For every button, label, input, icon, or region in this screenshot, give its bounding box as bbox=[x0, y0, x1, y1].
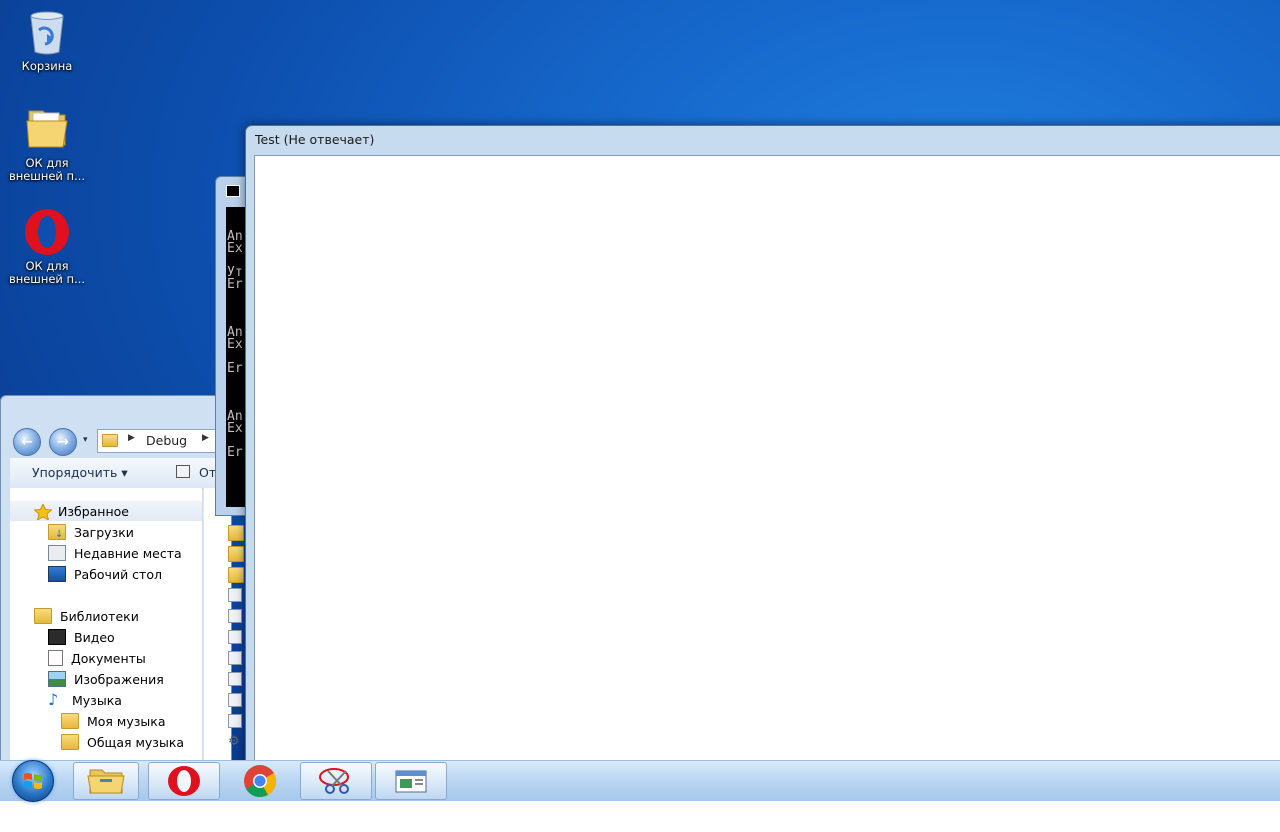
file-icon[interactable] bbox=[228, 672, 242, 686]
taskbar bbox=[0, 760, 1280, 802]
nav-pictures[interactable]: Изображения bbox=[48, 669, 164, 689]
organize-button[interactable]: Упорядочить ▾ bbox=[32, 465, 128, 480]
nav-favorites[interactable]: Избранное bbox=[33, 501, 129, 522]
open-button[interactable]: От bbox=[199, 465, 216, 480]
nav-label: Недавние места bbox=[74, 545, 182, 561]
downloads-folder-icon: ↓ bbox=[48, 524, 66, 540]
test-window-client-area[interactable] bbox=[254, 155, 1280, 771]
nav-label: Загрузки bbox=[74, 524, 134, 540]
nav-label: Избранное bbox=[58, 503, 129, 519]
console-line: Ex bbox=[227, 421, 243, 436]
arrow-right-icon: → bbox=[57, 434, 69, 450]
folder-icon[interactable] bbox=[228, 546, 244, 562]
breadcrumb-arrow-icon: ▶ bbox=[128, 433, 135, 443]
desktop-icon-label: ОК для внешней п... bbox=[8, 259, 86, 286]
nav-recent-places[interactable]: Недавние места bbox=[48, 543, 182, 563]
explorer-folder-icon bbox=[87, 769, 125, 794]
test-window[interactable]: Test (Не отвечает) bbox=[245, 125, 1280, 772]
nav-desktop[interactable]: Рабочий стол bbox=[48, 564, 162, 584]
file-icon[interactable] bbox=[228, 588, 242, 602]
document-icon bbox=[48, 650, 63, 666]
nav-label: Изображения bbox=[74, 671, 164, 687]
explorer-toolbar: Упорядочить ▾ От bbox=[10, 458, 231, 489]
desktop-icon-folder[interactable]: ОК для внешней п... bbox=[2, 105, 92, 183]
breadcrumb-debug[interactable]: Debug bbox=[146, 433, 187, 448]
nav-libraries[interactable]: Библиотеки bbox=[34, 606, 139, 626]
forward-button[interactable]: → bbox=[49, 428, 77, 456]
nav-downloads[interactable]: ↓ Загрузки bbox=[48, 522, 134, 542]
file-icon[interactable] bbox=[228, 609, 242, 623]
folder-icon bbox=[23, 105, 71, 153]
picture-icon bbox=[48, 671, 66, 687]
chrome-icon bbox=[244, 765, 277, 798]
start-button[interactable] bbox=[8, 760, 58, 802]
desktop-icon-label: ОК для внешней п... bbox=[8, 156, 86, 183]
file-icon[interactable] bbox=[228, 714, 242, 728]
taskbar-snipping-tool-button[interactable] bbox=[300, 762, 372, 800]
file-icon[interactable] bbox=[228, 651, 242, 665]
nav-public-music[interactable]: Общая музыка bbox=[61, 732, 184, 752]
breadcrumb-arrow-icon: ▶ bbox=[202, 433, 209, 443]
nav-documents[interactable]: Документы bbox=[48, 648, 146, 668]
recent-places-icon bbox=[48, 545, 66, 561]
nav-my-music[interactable]: Моя музыка bbox=[61, 711, 165, 731]
console-line: Er bbox=[227, 361, 243, 376]
libraries-icon bbox=[34, 608, 52, 624]
address-bar[interactable]: ▶ Debug ▶ bbox=[97, 429, 231, 453]
opera-icon bbox=[168, 766, 200, 796]
arrow-left-icon: ← bbox=[21, 434, 33, 450]
nav-label: Музыка bbox=[72, 692, 122, 708]
taskbar-explorer-button[interactable] bbox=[73, 762, 139, 800]
folder-icon[interactable] bbox=[228, 525, 244, 541]
open-window-icon bbox=[176, 465, 190, 478]
console-line: Er bbox=[227, 277, 243, 292]
scissors-icon bbox=[319, 768, 349, 794]
folder-icon bbox=[61, 713, 79, 729]
desktop: Корзина ОК для внешней п... ОК для внешн… bbox=[0, 0, 1280, 800]
file-icon[interactable] bbox=[228, 693, 242, 707]
history-dropdown-icon[interactable]: ▾ bbox=[83, 435, 88, 445]
star-icon bbox=[33, 502, 53, 522]
folder-icon bbox=[61, 734, 79, 750]
taskbar-app-window-button[interactable] bbox=[375, 762, 447, 800]
nav-label: Документы bbox=[71, 650, 146, 666]
video-film-icon bbox=[48, 629, 66, 645]
nav-label: Видео bbox=[74, 629, 115, 645]
nav-label: Рабочий стол bbox=[74, 566, 162, 582]
folder-icon bbox=[102, 434, 118, 447]
nav-music[interactable]: ♪ Музыка bbox=[48, 690, 122, 710]
console-line: Ex bbox=[227, 241, 243, 256]
desktop-icon-label: Корзина bbox=[21, 59, 73, 73]
taskbar-chrome-button[interactable] bbox=[224, 762, 296, 800]
recycle-bin-icon bbox=[23, 8, 71, 56]
desktop-icon-opera[interactable]: ОК для внешней п... bbox=[2, 208, 92, 286]
folder-icon[interactable] bbox=[228, 567, 244, 583]
nav-label: Общая музыка bbox=[87, 734, 185, 750]
taskbar-opera-button[interactable] bbox=[148, 762, 220, 800]
music-note-icon: ♪ bbox=[48, 690, 59, 709]
window-title: Test (Не отвечает) bbox=[255, 132, 375, 147]
desktop-icon-recycle-bin[interactable]: Корзина bbox=[2, 8, 92, 73]
back-button[interactable]: ← bbox=[13, 428, 41, 456]
desktop-icon bbox=[48, 566, 66, 582]
windows-logo-icon bbox=[12, 760, 54, 802]
console-app-icon bbox=[226, 185, 240, 197]
console-line: Ex bbox=[227, 337, 243, 352]
nav-videos[interactable]: Видео bbox=[48, 627, 115, 647]
application-window-icon bbox=[395, 770, 427, 793]
nav-label: Библиотеки bbox=[60, 608, 139, 624]
nav-label: Моя музыка bbox=[87, 713, 166, 729]
explorer-address-row: ← → ▾ ▶ Debug ▶ bbox=[1, 424, 231, 456]
explorer-window[interactable]: ← → ▾ ▶ Debug ▶ Упорядочить ▾ От Избранн… bbox=[0, 395, 232, 769]
settings-file-icon[interactable]: ⚙ bbox=[228, 735, 242, 749]
file-icon[interactable] bbox=[228, 630, 242, 644]
opera-icon bbox=[23, 208, 71, 256]
navigation-pane: Избранное ↓ Загрузки Недавние места Рабо… bbox=[10, 488, 202, 768]
console-line: Er bbox=[227, 445, 243, 460]
